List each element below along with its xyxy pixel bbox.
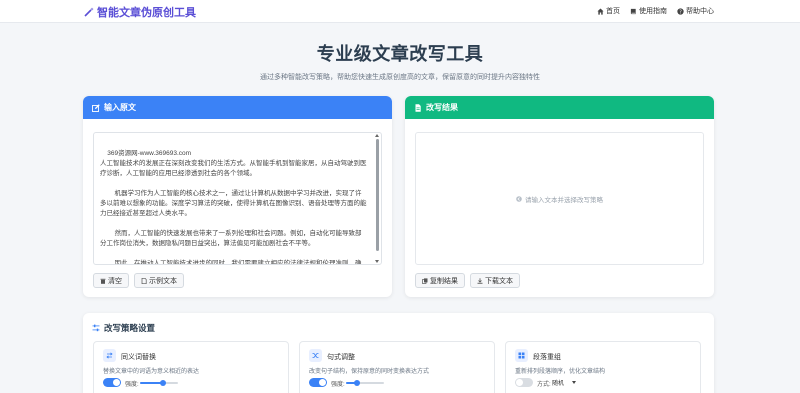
slider-thumb[interactable]: [159, 380, 166, 386]
example-button-label: 示例文本: [149, 277, 177, 285]
page-subtitle: 通过多种智能改写策略，帮助您快速生成原创度高的文章，保留原意的同时提升内容独特性: [260, 74, 540, 81]
example-text-button[interactable]: 示例文本: [134, 273, 184, 288]
scroll-up-arrow[interactable]: [375, 134, 379, 137]
strategy-option-sentence: 句式调整 改变句子结构，保持原意的同时变换表达方式 强度:: [299, 341, 495, 393]
input-actions: 清空 示例文本: [93, 273, 184, 288]
download-button-label: 下载文本: [485, 277, 513, 285]
grid-icon: [515, 349, 528, 362]
exchange-icon: [103, 349, 116, 362]
svg-text:?: ?: [679, 9, 682, 15]
copy-icon: [422, 277, 428, 284]
nav-help-label: 帮助中心: [686, 8, 714, 15]
document-icon: [415, 103, 421, 112]
strategy-header: 改写策略设置: [92, 322, 155, 334]
option-name: 句式调整: [327, 354, 355, 361]
textarea-scrollbar[interactable]: [376, 139, 379, 251]
question-icon: ?: [677, 7, 684, 15]
nav-guide-label: 使用指南: [639, 8, 667, 15]
copy-result-button[interactable]: 复制结果: [415, 273, 465, 288]
sliders-icon: [92, 324, 100, 332]
slider-thumb[interactable]: [354, 380, 361, 386]
book-icon: [630, 8, 636, 14]
input-card-title: 输入原文: [104, 103, 136, 112]
option-name: 同义词替换: [121, 354, 156, 361]
file-icon: [141, 277, 147, 284]
clear-button-label: 清空: [108, 277, 122, 285]
brand-logo[interactable]: 智能文章伪原创工具: [84, 4, 196, 20]
input-card-header: 输入原文: [83, 96, 392, 119]
scroll-down-arrow[interactable]: [375, 260, 379, 263]
synonym-intensity-slider[interactable]: [140, 380, 178, 386]
result-placeholder: 请输入文本并选择改写策略: [525, 196, 603, 204]
strategy-card: 改写策略设置 同义词替换 替换文章中的词语为意义相近的表达 强度: 句式调整 改…: [83, 313, 714, 393]
shuffle-icon: [309, 349, 322, 362]
sentence-intensity-slider[interactable]: [346, 380, 384, 386]
download-icon: [477, 277, 483, 284]
option-description: 重新排列段落顺序，优化文章结构: [515, 369, 606, 375]
intensity-label: 强度:: [125, 382, 139, 388]
source-text-input[interactable]: 369资源网-www.369693.com 人工智能技术的发展正在深刻改变我们的…: [93, 132, 382, 265]
input-card: 输入原文 369资源网-www.369693.com 人工智能技术的发展正在深刻…: [83, 96, 392, 297]
trash-icon: [100, 278, 106, 284]
result-card-title: 改写结果: [426, 103, 458, 112]
nav-help-link[interactable]: ? 帮助中心: [677, 6, 714, 16]
nav-home-link[interactable]: 首页: [597, 6, 620, 16]
strategy-option-synonym: 同义词替换 替换文章中的词语为意义相近的表达 强度:: [93, 341, 289, 393]
nav-guide-link[interactable]: 使用指南: [630, 6, 667, 16]
result-card: 改写结果 请输入文本并选择改写策略 复制结果 下载文本: [405, 96, 714, 297]
result-card-header: 改写结果: [405, 96, 714, 119]
brand-name: 智能文章伪原创工具: [97, 7, 196, 19]
top-navbar: 智能文章伪原创工具 首页 使用指南 ? 帮助中心: [0, 0, 800, 23]
option-name: 段落重组: [533, 354, 561, 361]
magic-wand-icon: [84, 7, 94, 17]
select-value: 随机: [552, 381, 565, 387]
strategy-option-paragraph: 段落重组 重新排列段落顺序，优化文章结构 方式: 随机: [505, 341, 701, 393]
paragraph-mode-select[interactable]: 随机: [552, 378, 577, 387]
arrow-left-icon: [516, 195, 522, 202]
nav-home-label: 首页: [606, 8, 620, 15]
download-text-button[interactable]: 下载文本: [470, 273, 520, 288]
chevron-down-icon: [572, 381, 577, 384]
result-output: 请输入文本并选择改写策略: [415, 132, 704, 265]
page-title: 专业级文章改写工具: [316, 44, 484, 64]
option-description: 改变句子结构，保持原意的同时变换表达方式: [309, 369, 430, 375]
result-actions: 复制结果 下载文本: [415, 273, 520, 288]
source-text-content: 369资源网-www.369693.com 人工智能技术的发展正在深刻改变我们的…: [100, 150, 367, 265]
intensity-label: 强度:: [331, 382, 345, 388]
synonym-toggle[interactable]: [103, 378, 121, 387]
edit-icon: [92, 103, 100, 112]
strategy-title: 改写策略设置: [104, 323, 156, 333]
home-icon: [597, 7, 604, 15]
copy-button-label: 复制结果: [430, 277, 458, 285]
sentence-toggle[interactable]: [309, 378, 327, 387]
clear-button[interactable]: 清空: [93, 273, 129, 288]
option-description: 替换文章中的词语为意义相近的表达: [103, 369, 200, 375]
paragraph-toggle[interactable]: [515, 378, 533, 387]
nav-links: 首页 使用指南 ? 帮助中心: [597, 6, 714, 16]
mode-label: 方式:: [537, 382, 551, 388]
